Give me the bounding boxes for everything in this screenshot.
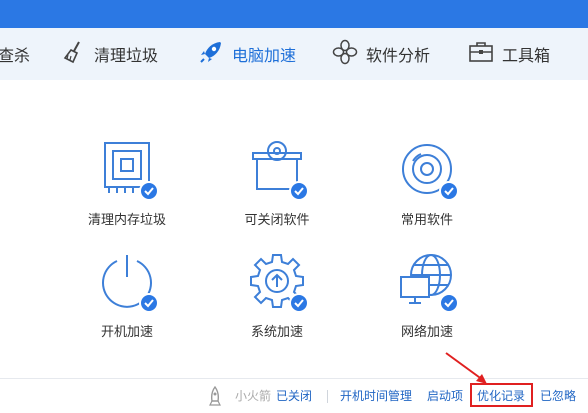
toolbox-icon [468, 40, 494, 68]
item-label: 网络加速 [400, 325, 453, 340]
tab-pc-speedup[interactable]: 电脑加速 [198, 28, 296, 80]
tab-label: 清理垃圾 [94, 46, 159, 65]
tab-label: 查杀 [0, 46, 31, 65]
network-speedup-item[interactable]: 网络加速 [357, 253, 497, 340]
check-icon [289, 181, 309, 201]
check-icon [139, 181, 159, 201]
check-icon [439, 181, 459, 201]
tab-label: 电脑加速 [232, 46, 297, 65]
ignored-link[interactable]: 已忽略 [540, 379, 576, 413]
closable-software-item[interactable]: 可关闭软件 [207, 141, 347, 228]
item-label: 常用软件 [400, 213, 453, 228]
broom-icon [62, 40, 86, 68]
check-icon [289, 293, 309, 313]
rocket-small-icon [208, 379, 222, 413]
highlight-box [470, 383, 533, 407]
flower-icon [332, 39, 358, 69]
boot-time-management-link[interactable]: 开机时间管理 [340, 379, 412, 413]
rocket-label: 小火箭 [235, 389, 272, 403]
title-bar [0, 0, 588, 28]
startup-items-link[interactable]: 启动项 [427, 379, 463, 413]
common-software-item[interactable]: 常用软件 [357, 141, 497, 228]
rocket-status-link[interactable]: 已关闭 [276, 379, 312, 413]
clean-memory-junk-item[interactable]: 清理内存垃圾 [57, 141, 197, 228]
item-label: 开机加速 [100, 325, 153, 340]
boot-speedup-item[interactable]: 开机加速 [57, 253, 197, 340]
check-icon [139, 293, 159, 313]
item-label: 清理内存垃圾 [87, 213, 166, 228]
tab-clean-junk[interactable]: 清理垃圾 [62, 28, 158, 80]
tab-label: 工具箱 [502, 46, 551, 65]
item-label: 系统加速 [250, 325, 303, 340]
system-speedup-item[interactable]: 系统加速 [207, 253, 347, 340]
divider [327, 390, 328, 403]
tab-antivirus[interactable]: 查杀 [0, 28, 30, 80]
check-icon [439, 293, 459, 313]
tab-label: 软件分析 [366, 46, 431, 65]
item-label: 可关闭软件 [244, 213, 310, 228]
tab-software-analysis[interactable]: 软件分析 [332, 28, 430, 80]
tab-toolbox[interactable]: 工具箱 [468, 28, 550, 80]
rocket-icon [198, 39, 224, 69]
main-nav: 查杀 清理垃圾 电脑加速 软件分析 工具箱 [0, 28, 588, 80]
